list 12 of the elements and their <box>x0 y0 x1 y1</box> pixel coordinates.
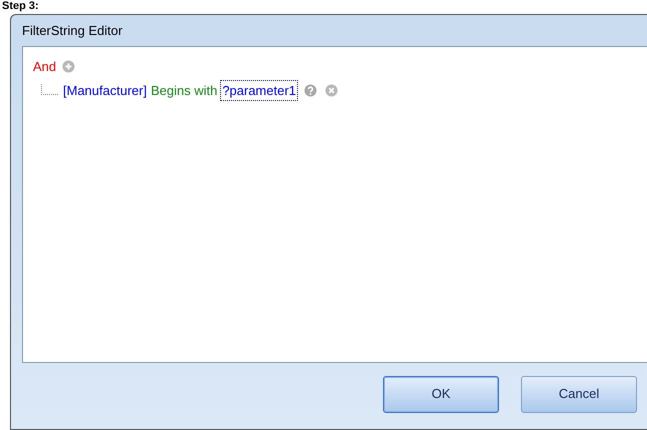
help-icon[interactable] <box>304 84 318 97</box>
parameter-value[interactable]: ?parameter1 <box>220 80 298 101</box>
remove-icon[interactable] <box>325 84 338 97</box>
step-heading: Step 3: <box>1 0 40 12</box>
dialog-button[interactable]: OK <box>383 376 499 412</box>
window-title: FilterString Editor <box>22 22 124 40</box>
field-name[interactable]: [Manufacturer] <box>63 80 147 100</box>
operation-name[interactable]: Begins with <box>150 80 218 100</box>
add-icon[interactable] <box>62 60 76 74</box>
group-operator[interactable]: And <box>33 57 56 76</box>
tree-connector <box>41 84 61 96</box>
dialog-button[interactable]: Cancel <box>521 376 637 412</box>
